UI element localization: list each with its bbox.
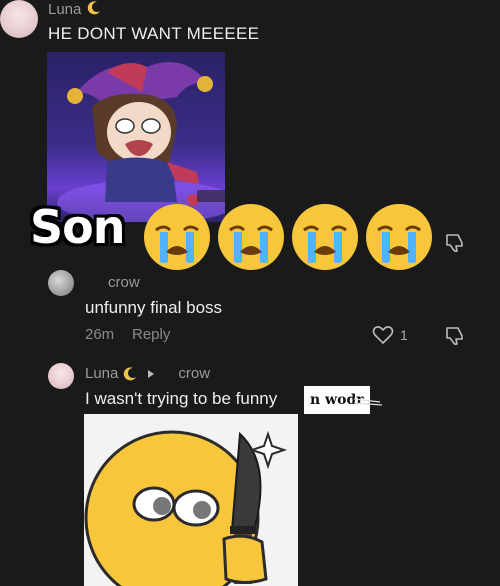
crying-emoji-icon (366, 204, 432, 270)
crying-emoji-icon (144, 204, 210, 270)
crying-emoji-icon (292, 204, 358, 270)
thumbs-down-icon[interactable] (444, 325, 466, 347)
moon-icon (87, 1, 100, 15)
thumbs-down-icon[interactable] (444, 232, 466, 254)
knife-emoji-illustration (84, 430, 288, 586)
character-illustration (57, 62, 225, 222)
like-button[interactable]: 1 (372, 325, 408, 345)
reply-button[interactable]: Reply (132, 326, 170, 343)
comment3-image[interactable] (84, 414, 298, 586)
comment3-text: I wasn't trying to be funny (85, 389, 278, 408)
reply-arrow-icon (148, 369, 155, 378)
avatar-luna-small[interactable] (48, 363, 74, 389)
like-count: 1 (400, 327, 408, 343)
scribble-lines (354, 398, 383, 406)
avatar-luna[interactable] (0, 0, 38, 38)
comment3-username[interactable]: Luna crow (85, 365, 210, 382)
comment2-username[interactable]: crow (108, 274, 140, 291)
crying-emoji-icon (218, 204, 284, 270)
heart-icon (372, 326, 394, 344)
crying-emoji-row (142, 202, 442, 274)
overlay-son-text: Son (30, 200, 125, 254)
comment1-text: HE DONT WANT MEEEEE (48, 24, 260, 43)
comment1-username[interactable]: Luna (48, 0, 102, 18)
comment2-text: unfunny final boss (85, 298, 223, 317)
reply-to-username[interactable]: crow (178, 365, 210, 382)
comment2-timestamp: 26m (85, 326, 115, 343)
comment1-image[interactable] (47, 52, 225, 222)
moon-icon (124, 366, 137, 380)
avatar-crow[interactable] (48, 270, 74, 296)
